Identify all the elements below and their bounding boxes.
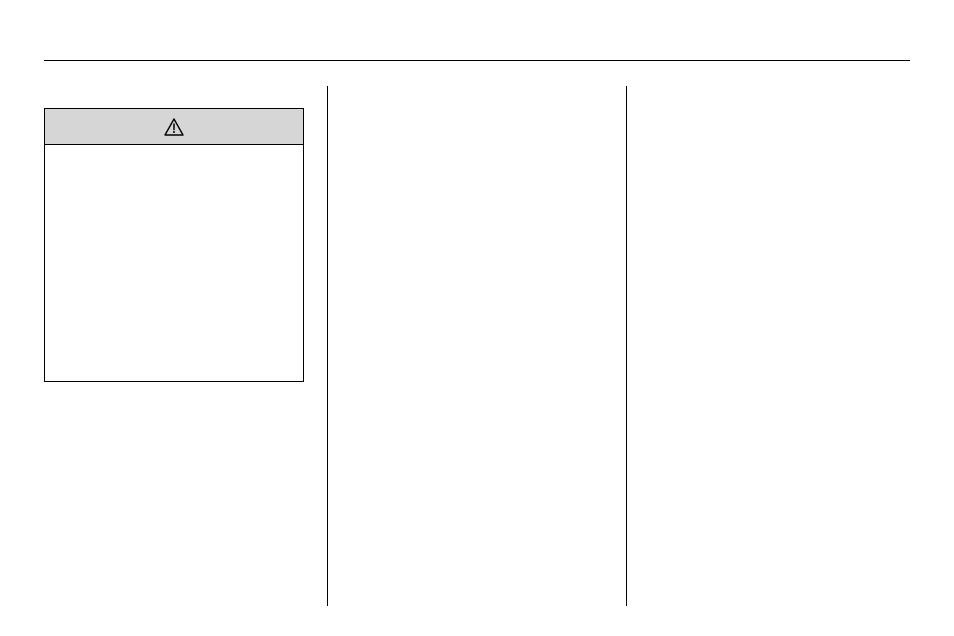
caution-box <box>44 108 304 382</box>
header-divider <box>44 60 910 61</box>
caution-header <box>45 109 303 145</box>
document-page <box>0 0 954 636</box>
column-1 <box>44 86 327 606</box>
column-3 <box>627 86 910 606</box>
three-column-layout <box>44 86 910 606</box>
caution-body <box>45 145 303 381</box>
warning-triangle-icon <box>164 118 184 136</box>
column-2 <box>328 86 627 606</box>
